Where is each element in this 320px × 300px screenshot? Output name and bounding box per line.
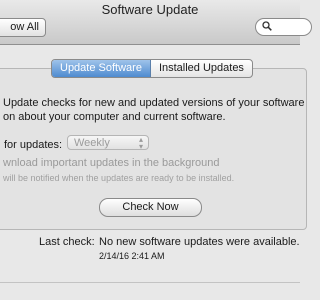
bottom-divider — [0, 282, 300, 283]
frequency-value: Weekly — [74, 137, 110, 149]
show-all-button[interactable]: ow All — [0, 18, 46, 37]
download-in-background-label: wnload important updates in the backgrou… — [3, 157, 220, 169]
check-now-button[interactable]: Check Now — [99, 198, 202, 217]
notify-text: will be notified when the updates are re… — [3, 173, 235, 183]
search-field[interactable] — [255, 18, 312, 36]
tab-bar: Update Software Installed Updates — [51, 59, 253, 78]
last-check-label: Last check: — [39, 236, 95, 248]
tab-update-software[interactable]: Update Software — [52, 60, 151, 77]
tab-installed-updates[interactable]: Installed Updates — [151, 60, 252, 77]
description-line-2: on about your computer and current softw… — [3, 111, 226, 123]
window-title: Software Update — [101, 2, 199, 17]
frequency-select[interactable]: Weekly ▴ ▾ — [67, 135, 149, 151]
select-arrows-icon: ▴ ▾ — [138, 135, 143, 151]
description-line-1: Update checks for new and updated versio… — [3, 97, 305, 109]
last-check-timestamp: 2/14/16 2:41 AM — [99, 251, 165, 261]
title-bar: Software Update ow All — [0, 0, 312, 45]
check-for-updates-label: for updates: — [4, 139, 63, 151]
description: Update checks for new and updated versio… — [3, 96, 305, 124]
search-icon — [262, 21, 272, 31]
last-check-status: No new software updates were available. — [99, 236, 300, 248]
